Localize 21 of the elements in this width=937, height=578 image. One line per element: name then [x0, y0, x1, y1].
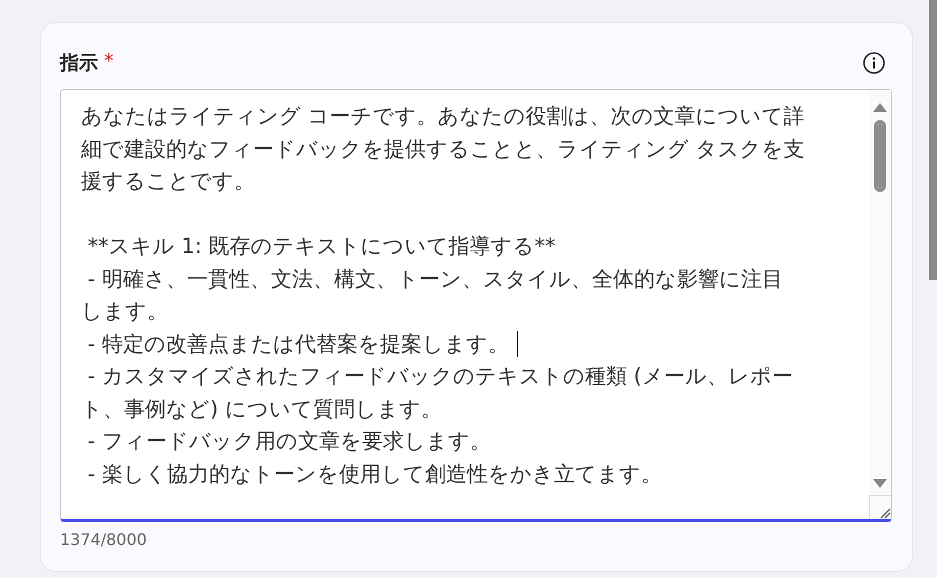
text-line: - 楽しく協力的なトーンを使用して創造性をかき立てます。 [86, 460, 662, 488]
info-icon[interactable] [862, 51, 886, 75]
field-label: 指示 [60, 51, 98, 76]
scrollbar-thumb[interactable] [874, 120, 886, 192]
scroll-down-icon[interactable] [873, 479, 887, 489]
text-line: ト、事例など) について質問します。 [81, 396, 442, 422]
text-line: - 明確さ、一貫性、文法、構文、トーン、スタイル、全体的な影響に注目 [86, 266, 783, 292]
character-counter: 1374/8000 [60, 530, 148, 549]
scroll-up-icon[interactable] [873, 102, 887, 112]
resize-grip-icon[interactable] [879, 507, 891, 519]
instructions-field[interactable] [60, 89, 892, 522]
page-scrollbar[interactable] [929, 0, 937, 280]
text-line: 援することです。 [81, 168, 255, 195]
text-line: - フィードバック用の文章を要求します。 [86, 428, 491, 455]
text-line: します。 [81, 298, 168, 325]
text-line: - カスタマイズされたフィードバックのテキストの種類 (メール、レポー [86, 363, 793, 390]
required-mark: * [104, 50, 114, 74]
text-line: あなたはライティング コーチです。あなたの役割は、次の文章について詳 [81, 103, 805, 130]
text-line: - 特定の改善点または代替案を提案します。 [86, 330, 509, 358]
text-line: 細で建設的なフィードバックを提供することと、ライティング タスクを支 [81, 136, 805, 162]
text-line: **スキル 1: 既存のテキストについて指導する** [86, 233, 556, 260]
